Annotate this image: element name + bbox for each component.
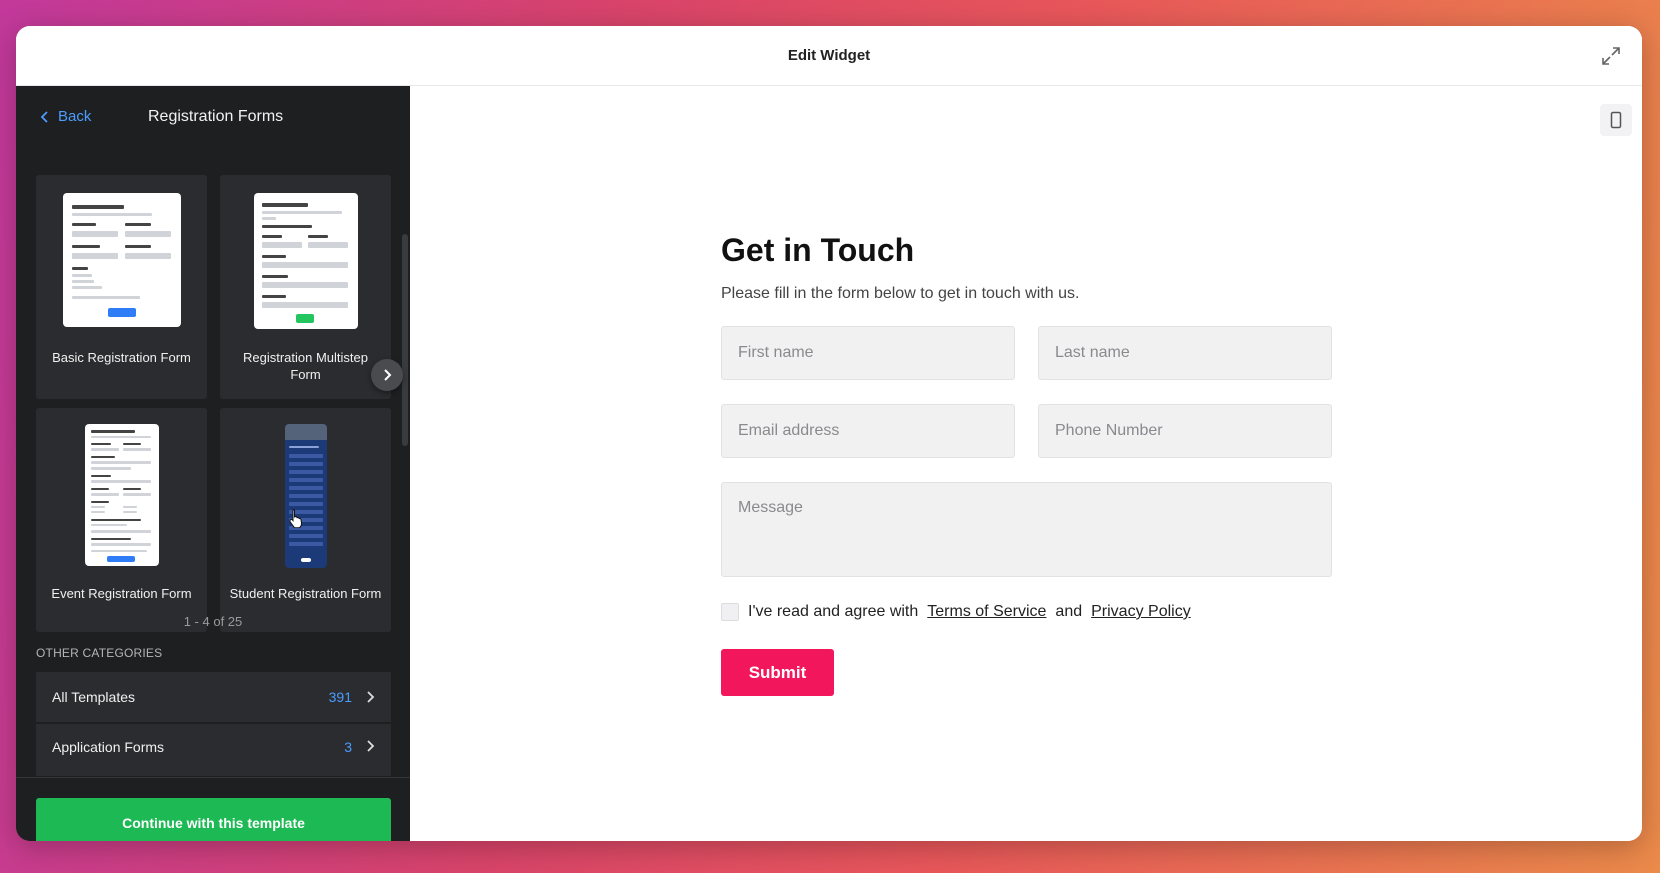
template-label: Event Registration Form <box>51 586 192 601</box>
widget-editor-window: Edit Widget Back Registration Forms Basi… <box>16 26 1642 841</box>
template-label: Registration Multistep Form <box>243 350 368 382</box>
template-thumbnail <box>253 193 358 329</box>
back-button[interactable]: Back <box>40 108 91 125</box>
sidebar-title: Registration Forms <box>148 108 284 125</box>
other-categories-heading: OTHER CATEGORIES <box>36 646 163 660</box>
form-subtitle: Please fill in the form below to get in … <box>721 285 1080 302</box>
phone-field[interactable] <box>1038 404 1332 458</box>
category-count: 391 <box>328 689 352 705</box>
consent-checkbox[interactable] <box>721 603 739 621</box>
chevron-right-icon <box>384 369 392 381</box>
consent-row: I've read and agree with Terms of Servic… <box>721 603 1191 621</box>
category-name: All Templates <box>52 689 136 705</box>
template-card-student-registration[interactable]: Student Registration Form <box>220 408 391 632</box>
consent-and: and <box>1055 603 1083 620</box>
template-thumbnail <box>84 424 159 566</box>
terms-of-service-link[interactable]: Terms of Service <box>927 603 1046 621</box>
pagination-text: 1 - 4 of 25 <box>183 614 243 629</box>
email-field[interactable] <box>721 404 1015 458</box>
hand-cursor-icon <box>289 509 303 528</box>
template-label: Student Registration Form <box>229 586 382 601</box>
sidebar-header: Back Registration Forms <box>16 86 410 146</box>
template-grid-scrollbar[interactable] <box>402 234 408 446</box>
category-name: Application Forms <box>52 739 165 755</box>
first-name-field[interactable] <box>721 326 1015 380</box>
mobile-device-icon[interactable] <box>1600 104 1632 136</box>
next-page-button[interactable] <box>371 359 403 391</box>
template-card-event-registration[interactable]: Event Registration Form <box>36 408 207 632</box>
page-title: Edit Widget <box>787 47 871 64</box>
template-card-registration-multistep[interactable]: Registration Multistep Form <box>220 175 391 399</box>
form-preview: Get in Touch Please fill in the form bel… <box>410 86 1642 841</box>
privacy-policy-link[interactable]: Privacy Policy <box>1091 603 1191 621</box>
template-label: Basic Registration Form <box>52 350 191 365</box>
template-thumbnail <box>284 424 327 568</box>
category-row-all-templates[interactable]: All Templates 391 <box>36 672 391 723</box>
consent-prefix: I've read and agree with <box>748 603 919 620</box>
form-title: Get in Touch <box>721 232 915 268</box>
continue-with-template-button[interactable]: Continue with this template <box>36 798 391 841</box>
chevron-right-icon <box>367 691 375 703</box>
back-label: Back <box>58 108 92 125</box>
message-field[interactable] <box>721 482 1332 577</box>
template-card-basic-registration[interactable]: Basic Registration Form <box>36 175 207 399</box>
template-sidebar: Back Registration Forms Basic Registrati… <box>16 86 410 841</box>
category-count: 3 <box>344 739 352 755</box>
titlebar: Edit Widget <box>16 26 1642 86</box>
chevron-left-icon <box>40 110 48 123</box>
template-thumbnail <box>62 193 181 327</box>
sidebar-footer: Continue with this template <box>16 777 410 841</box>
submit-button[interactable]: Submit <box>721 649 834 696</box>
last-name-field[interactable] <box>1038 326 1332 380</box>
expand-icon[interactable] <box>1598 43 1624 69</box>
chevron-right-icon <box>367 740 375 752</box>
category-row-application-forms[interactable]: Application Forms 3 <box>36 724 391 777</box>
